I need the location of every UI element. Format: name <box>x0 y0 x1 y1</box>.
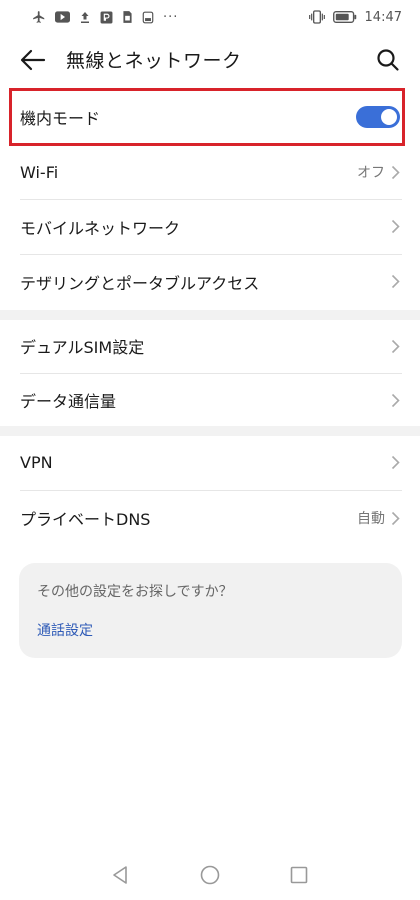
wifi-label: Wi-Fi <box>20 162 59 182</box>
dual-sim-row[interactable]: デュアルSIM設定 <box>0 320 420 372</box>
vpn-row[interactable]: VPN <box>0 436 420 489</box>
airplane-icon <box>32 10 46 24</box>
settings-screen: ··· 14:47 無線とネットワーク 機内モード Wi-Fi オフ モバイルネ… <box>0 0 420 900</box>
nav-recents-button[interactable] <box>287 863 311 887</box>
chevron-right-icon <box>391 511 400 526</box>
status-bar: ··· 14:47 <box>0 0 420 34</box>
nav-back-button[interactable] <box>108 863 132 887</box>
nav-home-button[interactable] <box>198 863 222 887</box>
wifi-row[interactable]: Wi-Fi オフ <box>0 146 420 198</box>
private-dns-row[interactable]: プライベートDNS 自動 <box>0 491 420 545</box>
chevron-right-icon <box>391 393 400 408</box>
page-title: 無線とネットワーク <box>66 50 242 72</box>
private-dns-status: 自動 <box>357 511 385 527</box>
status-bar-left: ··· <box>32 10 178 25</box>
upload-icon <box>79 11 91 24</box>
airplane-mode-toggle[interactable] <box>356 106 400 128</box>
back-button[interactable] <box>18 46 48 74</box>
data-usage-row[interactable]: データ通信量 <box>0 374 420 426</box>
airplane-mode-row[interactable]: 機内モード <box>0 90 420 144</box>
chevron-right-icon <box>391 219 400 234</box>
airplane-mode-label: 機内モード <box>20 109 101 128</box>
vpn-label: VPN <box>20 453 53 472</box>
notification-icon <box>142 11 154 24</box>
chevron-right-icon <box>391 455 400 470</box>
chevron-right-icon <box>391 165 400 180</box>
tethering-label: テザリングとポータブルアクセス <box>20 273 260 293</box>
private-dns-right: 自動 <box>357 508 400 528</box>
mobile-network-label: モバイルネットワーク <box>20 218 181 238</box>
more-dots-icon: ··· <box>163 9 179 25</box>
search-icon <box>377 49 399 71</box>
nav-back-icon <box>113 866 127 884</box>
chevron-right-icon <box>391 339 400 354</box>
section-separator <box>0 426 420 436</box>
suggestion-card: その他の設定をお探しですか？ 通話設定 <box>19 563 402 658</box>
wifi-status: オフ <box>357 165 385 181</box>
section-separator <box>0 310 420 320</box>
status-time: 14:47 <box>364 9 402 25</box>
suggestion-question: その他の設定をお探しですか？ <box>37 584 233 600</box>
navigation-bar <box>0 855 420 900</box>
status-bar-right: 14:47 <box>308 9 402 25</box>
battery-icon <box>332 11 357 23</box>
mobile-network-row[interactable]: モバイルネットワーク <box>0 200 420 253</box>
data-usage-label: データ通信量 <box>20 392 117 411</box>
search-button[interactable] <box>374 46 402 74</box>
back-arrow-icon <box>20 49 46 71</box>
private-dns-label: プライベートDNS <box>20 510 151 529</box>
call-settings-link[interactable]: 通話設定 <box>37 620 93 640</box>
youtube-icon <box>55 11 70 23</box>
vibrate-icon <box>308 10 325 24</box>
dual-sim-label: デュアルSIM設定 <box>20 338 145 357</box>
toggle-knob <box>381 109 397 125</box>
nav-recents-icon <box>290 866 308 884</box>
sim-icon <box>122 10 133 24</box>
wifi-right: オフ <box>357 162 400 182</box>
tethering-row[interactable]: テザリングとポータブルアクセス <box>0 255 420 308</box>
chevron-right-icon <box>391 274 400 289</box>
nav-home-icon <box>200 865 220 885</box>
app-header: 無線とネットワーク <box>0 34 420 86</box>
parking-icon <box>100 11 113 24</box>
